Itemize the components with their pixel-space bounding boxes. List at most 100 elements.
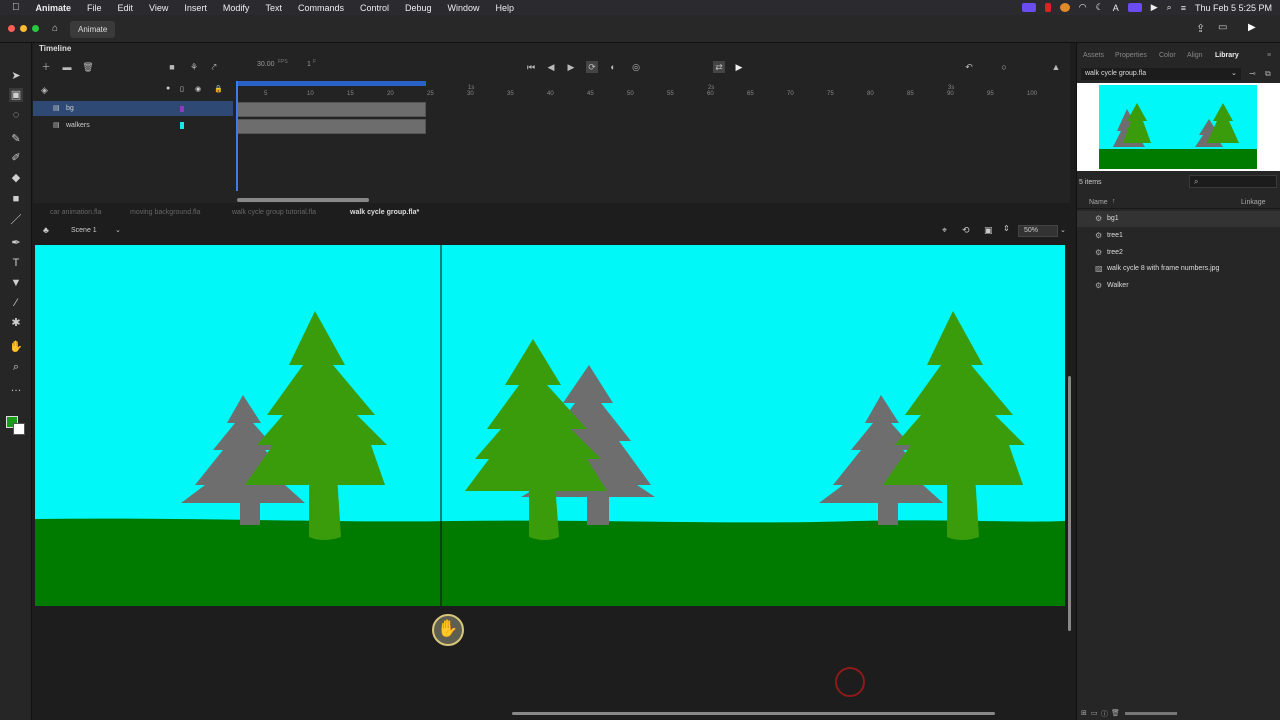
center-stage-icon[interactable]: ⌖ [942,225,947,236]
tab-assets[interactable]: Assets [1083,52,1104,59]
scene-name[interactable]: Scene 1 [71,227,97,234]
clock[interactable]: Thu Feb 5 5:25 PM [1195,3,1272,13]
close-window-button[interactable] [8,25,15,32]
play-icon[interactable]: ▶ [733,61,745,73]
mirroring-icon[interactable] [1127,3,1142,12]
menu-commands[interactable]: Commands [298,3,344,13]
library-item-name[interactable]: bg1 [1107,211,1119,227]
tab-color[interactable]: Color [1159,52,1176,59]
minimize-window-button[interactable] [20,25,27,32]
app-status-icon[interactable] [1059,3,1070,12]
edit-multiple-frames-icon[interactable]: ◎ [630,61,642,73]
graph-icon[interactable]: ⤤ [208,61,220,73]
camera-icon[interactable]: ■ [166,61,178,73]
scene-dropdown-icon[interactable]: ⌄ [115,226,121,234]
share-icon[interactable]: ⇪ [1196,22,1205,35]
doc-tab[interactable]: moving background.fla [130,209,200,216]
onion-skin-icon[interactable]: ◐ [607,61,619,73]
step-back-icon[interactable]: ◀ [545,61,557,73]
menu-help[interactable]: Help [496,3,515,13]
tab-properties[interactable]: Properties [1115,52,1147,59]
sort-up-icon[interactable]: ↑ [1112,198,1116,205]
loop-playback-icon[interactable]: ⇄ [713,61,725,73]
free-transform-tool-icon[interactable]: ▣ [9,88,23,102]
thumbnail-size-slider[interactable] [1125,712,1177,715]
brush-tool-icon[interactable]: ✐ [9,151,23,165]
col-name[interactable]: Name [1089,199,1108,206]
pen-tool-icon[interactable]: ✒ [9,236,23,250]
maximize-window-button[interactable] [32,25,39,32]
line-tool-icon[interactable]: ／ [9,213,23,227]
library-item[interactable]: ▨ walk cycle 8 with frame numbers.jpg [1077,261,1280,277]
bg-frames[interactable] [236,102,426,117]
loop-icon[interactable]: ⟳ [586,61,598,73]
frame-value[interactable]: 1 [307,61,311,68]
play-icon[interactable]: ▶ [1151,2,1158,13]
timeline-scrollbar[interactable] [237,198,369,202]
library-item-name[interactable]: tree2 [1107,245,1123,261]
text-tool-icon[interactable]: T [9,256,23,270]
menu-insert[interactable]: Insert [184,3,207,13]
zoom-stepper-icon[interactable]: ⇕ [1003,224,1010,233]
layer-color-swatch[interactable] [180,106,184,112]
fill-color-swatch[interactable] [13,423,25,435]
library-document-select[interactable]: walk cycle group.fla ⌄ [1081,68,1241,80]
apple-icon[interactable]:  [12,2,20,13]
first-frame-icon[interactable]: ⏮ [525,61,537,73]
library-item-name[interactable]: tree1 [1107,228,1123,244]
control-center-icon[interactable]: ≡ [1181,3,1186,13]
eraser-tool-icon[interactable]: ◆ [9,171,23,185]
eyedropper-tool-icon[interactable]: ⁄ [9,296,23,310]
menu-control[interactable]: Control [360,3,389,13]
selection-tool-icon[interactable]: ➤ [9,69,23,83]
tab-library[interactable]: Library [1215,52,1239,59]
menu-animate[interactable]: Animate [36,3,72,13]
delete-icon[interactable]: 🗑 [1111,709,1120,717]
stage-horizontal-scrollbar[interactable] [512,712,995,715]
menu-file[interactable]: File [87,3,102,13]
layer-name[interactable]: walkers [66,118,90,133]
menu-edit[interactable]: Edit [118,3,134,13]
layer-parenting-icon[interactable]: ⚘ [188,61,200,73]
zoom-input[interactable]: 50% [1018,225,1058,237]
rotation-icon[interactable]: ⟲ [962,225,970,236]
zoom-slider-icon[interactable]: ○ [998,61,1010,73]
home-icon[interactable]: ⌂ [52,23,58,34]
menu-modify[interactable]: Modify [223,3,250,13]
menu-window[interactable]: Window [448,3,480,13]
zoom-tool-icon[interactable]: ⌕ [9,360,23,374]
collapse-timeline-icon[interactable]: ▲ [1050,61,1062,73]
new-folder-icon[interactable]: ▭ [1091,709,1098,717]
fps-value[interactable]: 30.00 [257,61,275,68]
doc-tab-active[interactable]: walk cycle group.fla* [350,209,419,216]
workspace-icon[interactable]: ▭ [1218,22,1227,33]
stage-canvas[interactable] [35,245,1065,606]
lasso-tool-icon[interactable]: ◌ [9,108,23,122]
rectangle-tool-icon[interactable]: ■ [9,192,23,206]
moon-icon[interactable]: ☾ [1096,2,1104,13]
paint-brush-tool-icon[interactable]: ✎ [9,132,23,146]
menu-text[interactable]: Text [265,3,282,13]
menu-debug[interactable]: Debug [405,3,432,13]
clip-stage-icon[interactable]: ▣ [984,225,993,236]
search-icon[interactable]: ⌕ [1167,2,1172,13]
more-tools-icon[interactable]: … [9,381,23,395]
new-folder-icon[interactable]: ▬ [61,61,73,73]
layer-walkers[interactable]: ▤ walkers [33,118,233,133]
layer-bg[interactable]: ▤ bg [33,101,233,116]
library-item-name[interactable]: Walker [1107,278,1129,294]
doc-tab[interactable]: car animation.fla [50,209,101,216]
workspace-tab[interactable]: Animate [70,21,116,38]
properties-icon[interactable]: ⓘ [1101,709,1108,719]
library-item-name[interactable]: walk cycle 8 with frame numbers.jpg [1107,261,1219,277]
stage-area[interactable] [33,241,1070,720]
pin-icon[interactable]: ⊸ [1249,69,1256,78]
new-symbol-icon[interactable]: ⊞ [1081,709,1087,717]
library-item[interactable]: ⚙ tree1 [1077,228,1280,244]
col-linkage[interactable]: Linkage [1241,199,1266,206]
asset-warp-tool-icon[interactable]: ✱ [9,316,23,330]
doc-tab[interactable]: walk cycle group tutorial.fla [232,209,316,216]
panel-menu-icon[interactable]: ≡ [1267,52,1271,59]
new-layer-icon[interactable]: ＋ [40,61,52,73]
library-item[interactable]: ⚙ Walker [1077,278,1280,294]
